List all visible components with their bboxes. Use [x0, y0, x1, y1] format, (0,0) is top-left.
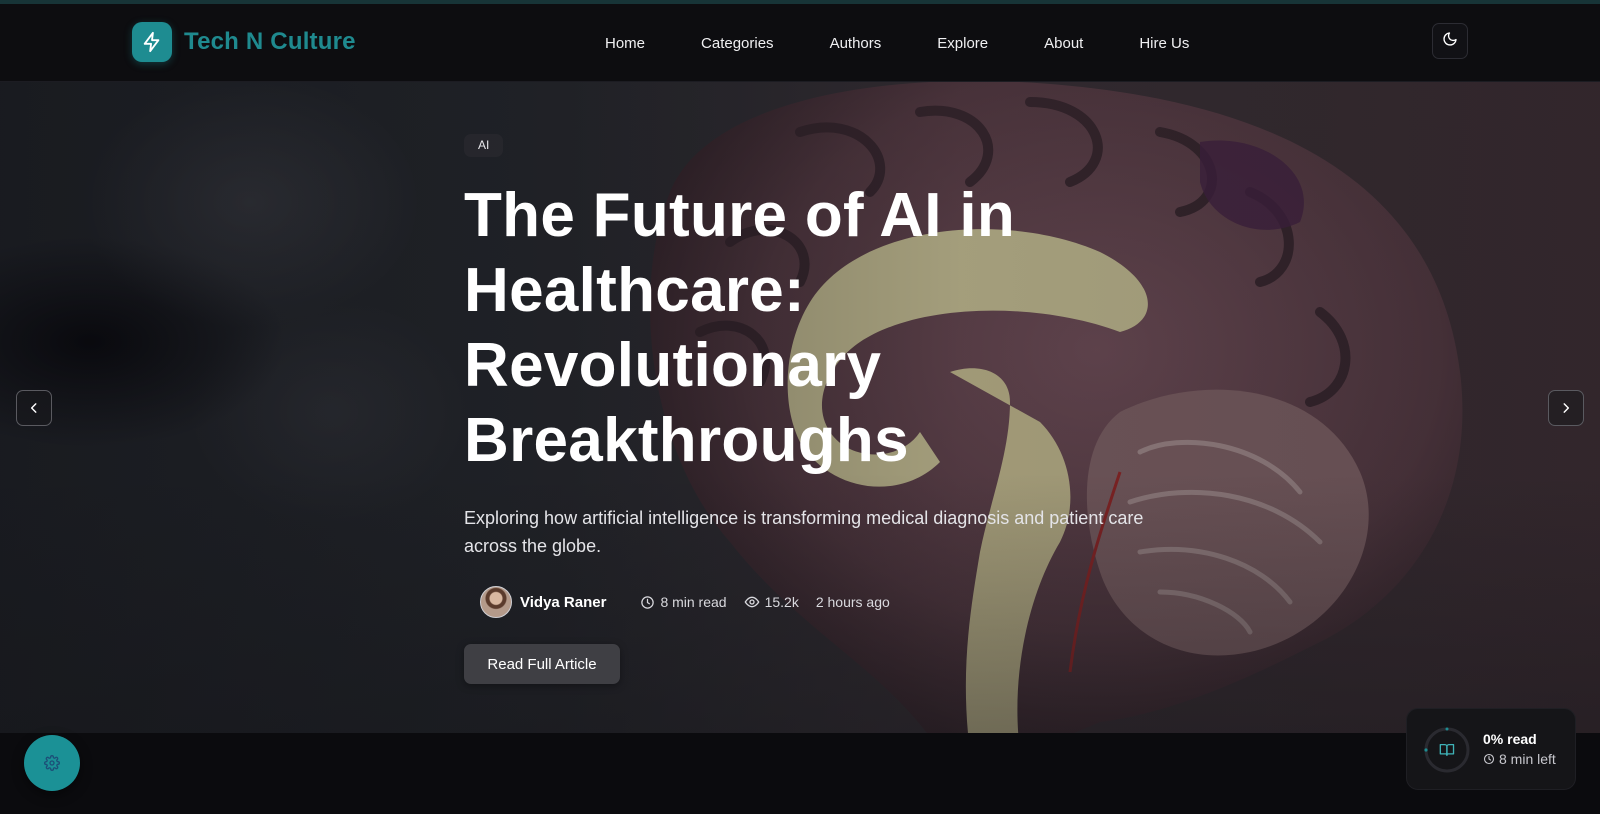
nav-about[interactable]: About: [1044, 35, 1083, 52]
time-left-label: 8 min left: [1499, 751, 1556, 767]
author-name[interactable]: Vidya Raner: [520, 594, 606, 611]
read-time-label: 8 min read: [660, 594, 727, 610]
carousel-prev-button[interactable]: [16, 390, 52, 426]
hero-carousel: AI The Future of AI in Healthcare: Revol…: [0, 82, 1600, 733]
moon-icon: [1442, 31, 1458, 52]
lightning-icon: [132, 22, 172, 62]
settings-button[interactable]: [24, 735, 80, 791]
avatar[interactable]: [480, 586, 512, 618]
view-count-label: 15.2k: [764, 594, 799, 610]
brand-name: Tech N Culture: [184, 28, 356, 55]
page-body: [0, 733, 1600, 814]
nav-categories[interactable]: Categories: [701, 35, 774, 52]
article-title[interactable]: The Future of AI in Healthcare: Revoluti…: [464, 178, 1164, 478]
eye-icon: [744, 596, 760, 608]
navbar: Tech N Culture Home Categories Authors E…: [0, 4, 1600, 82]
view-count: 15.2k: [744, 594, 799, 610]
read-full-article-button[interactable]: Read Full Article: [464, 644, 620, 684]
progress-percent: 0% read: [1483, 731, 1537, 747]
carousel-next-button[interactable]: [1548, 390, 1584, 426]
main-nav: Home Categories Authors Explore About Hi…: [605, 4, 1189, 82]
read-time: 8 min read: [640, 594, 727, 610]
nav-home[interactable]: Home: [605, 35, 645, 52]
progress-ring: [1424, 727, 1470, 773]
category-badge[interactable]: AI: [464, 134, 504, 157]
clock-icon: [641, 595, 655, 609]
chevron-left-icon: [30, 403, 37, 413]
brand[interactable]: Tech N Culture: [132, 22, 356, 62]
nav-hire-us[interactable]: Hire Us: [1139, 35, 1189, 52]
clock-icon: [1483, 753, 1495, 765]
theme-toggle-button[interactable]: [1432, 23, 1468, 59]
nav-authors[interactable]: Authors: [830, 35, 882, 52]
time-left: 8 min left: [1483, 751, 1556, 767]
posted-time: 2 hours ago: [815, 594, 890, 610]
gear-icon: [44, 755, 60, 771]
article-meta: Vidya Raner 8 min read 15.2k 2 hours ago: [480, 586, 907, 618]
reading-progress-widget[interactable]: 0% read 8 min left: [1406, 708, 1576, 790]
chevron-right-icon: [1563, 403, 1570, 413]
article-subtitle: Exploring how artificial intelligence is…: [464, 508, 1144, 556]
nav-explore[interactable]: Explore: [937, 35, 988, 52]
book-open-icon: [1439, 743, 1455, 756]
